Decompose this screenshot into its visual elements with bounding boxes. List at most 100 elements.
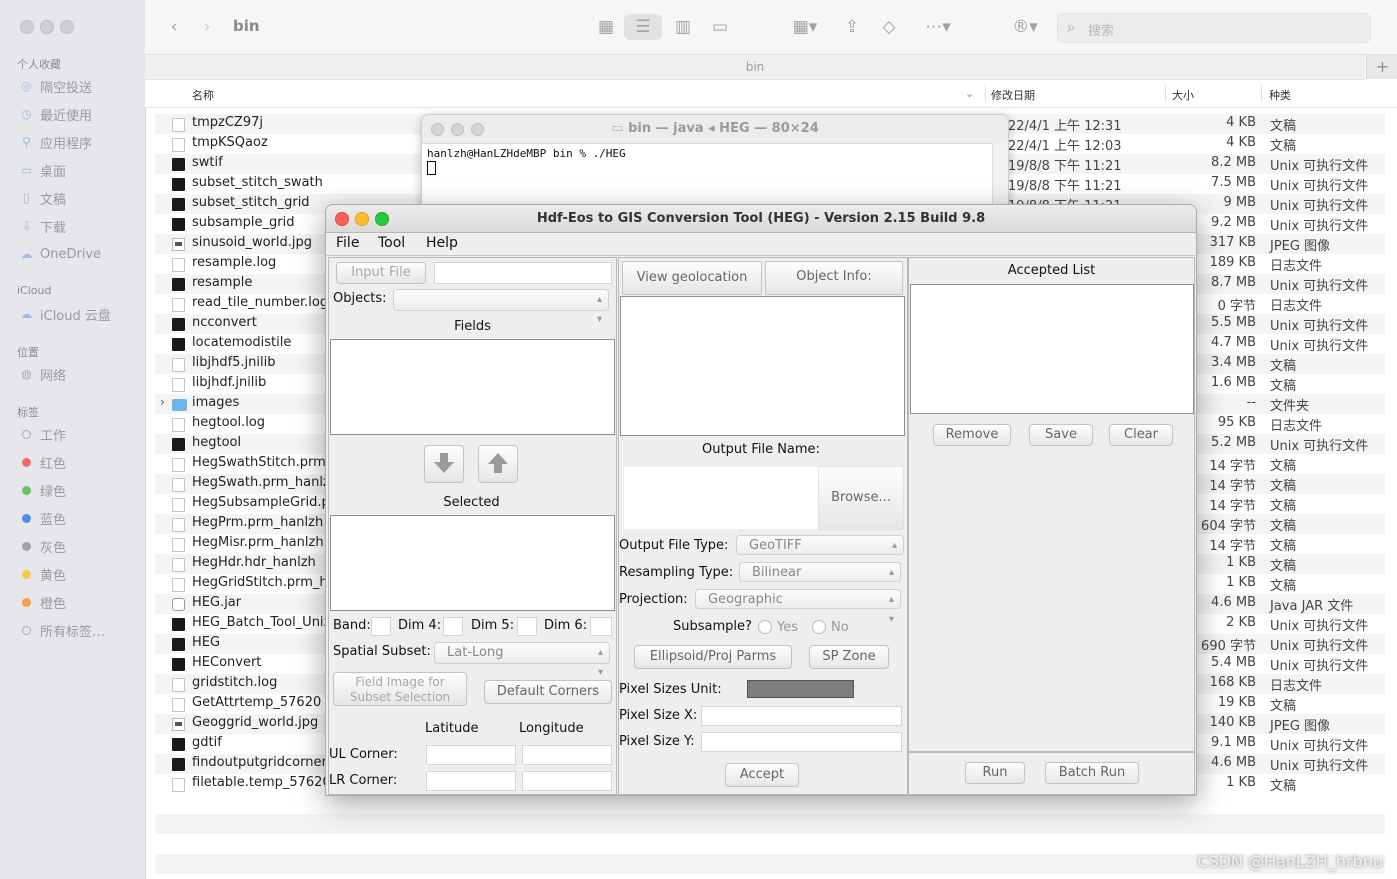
sidebar-item-network[interactable]: ◍ 网络 (19, 364, 143, 384)
menu-help[interactable]: Help (426, 235, 458, 251)
minimize-traffic-light[interactable] (40, 20, 54, 34)
tab-bin[interactable]: bin (746, 60, 765, 74)
default-corners-button[interactable]: Default Corners (484, 680, 612, 704)
terminal-output[interactable]: hanlzh@HanLZHdeMBP bin % ./HEG (427, 147, 626, 160)
tab-bar: bin (145, 55, 1365, 80)
tag-icon[interactable]: ◇ (879, 14, 899, 40)
column-view-icon[interactable]: ▥ (670, 14, 696, 40)
save-button[interactable]: Save (1029, 424, 1093, 446)
account-icon[interactable]: ®▾ (1007, 14, 1043, 40)
file-kind: 文稿 (1270, 699, 1297, 714)
ul-longitude-field[interactable] (522, 745, 612, 765)
close-traffic-light[interactable] (20, 20, 34, 34)
pixel-size-x-field[interactable] (701, 706, 902, 726)
column-name[interactable]: 名称 (192, 87, 214, 103)
icloud-icon: ☁ (20, 307, 33, 321)
pixel-size-x-label: Pixel Size X: (619, 708, 698, 723)
file-size: 8.2 MB (1211, 155, 1256, 170)
accept-button[interactable]: Accept (725, 763, 799, 787)
projection-select[interactable]: Geographic ▴ ▾ (695, 589, 901, 625)
selected-list[interactable] (330, 515, 615, 611)
gallery-view-icon[interactable]: ▭ (707, 14, 733, 40)
ellipsoid-proj-parms-button[interactable]: Ellipsoid/Proj Parms (634, 645, 792, 669)
terminal-scrollbar[interactable] (992, 143, 1008, 211)
accepted-list[interactable] (910, 284, 1194, 414)
arrow-up-icon (488, 453, 508, 473)
menu-tool[interactable]: Tool (378, 235, 405, 251)
input-file-button[interactable]: Input File (336, 262, 426, 284)
output-file-name-field[interactable] (623, 466, 819, 530)
subsample-yes-radio[interactable] (758, 620, 772, 634)
sidebar-item-onedrive[interactable]: ☁ OneDrive (19, 244, 143, 264)
run-button[interactable]: Run (965, 762, 1025, 784)
output-file-type-select[interactable]: GeoTIFF▴▾ (736, 535, 904, 571)
search-input[interactable]: ⌕ 搜索 (1057, 13, 1371, 43)
subsample-no-radio[interactable] (812, 620, 826, 634)
spatial-subset-select[interactable]: Lat-Long ▴ ▾ (434, 642, 610, 678)
forward-icon[interactable]: › (198, 14, 216, 40)
document-icon (172, 578, 185, 592)
sidebar-tag-green[interactable]: 绿色 (19, 480, 143, 500)
dim5-field[interactable] (517, 617, 537, 636)
sidebar-tag-yellow[interactable]: 黄色 (19, 564, 143, 584)
sidebar-item-documents[interactable]: ▯ 文稿 (19, 188, 143, 208)
new-tab-button[interactable]: + (1366, 55, 1397, 79)
batch-run-button[interactable]: Batch Run (1045, 762, 1139, 784)
minimize-traffic-light[interactable] (451, 123, 464, 136)
object-info-area[interactable] (620, 296, 905, 436)
zoom-traffic-light[interactable] (60, 20, 74, 34)
sidebar-item-recents[interactable]: ◷ 最近使用 (19, 104, 143, 124)
more-actions-icon[interactable]: ⋯▾ (920, 14, 956, 40)
sp-zone-button[interactable]: SP Zone (809, 645, 889, 669)
menu-file[interactable]: File (336, 235, 359, 251)
input-file-field[interactable] (434, 262, 612, 284)
sidebar-item-downloads[interactable]: ⇩ 下载 (19, 216, 143, 236)
back-icon[interactable]: ‹ (165, 14, 183, 40)
close-traffic-light[interactable] (431, 123, 444, 136)
sidebar-tag-all[interactable]: 所有标签… (19, 620, 143, 640)
icon-view-icon[interactable]: ▦ (593, 14, 619, 40)
sidebar-tag-orange[interactable]: 橙色 (19, 592, 143, 612)
pixel-size-y-field[interactable] (701, 732, 902, 752)
zoom-traffic-light[interactable] (375, 212, 389, 226)
view-geolocation-button[interactable]: View geolocation (622, 261, 762, 295)
clear-button[interactable]: Clear (1109, 424, 1173, 446)
fields-list[interactable] (330, 339, 615, 435)
column-kind[interactable]: 种类 (1269, 87, 1291, 103)
sidebar-tag-work[interactable]: 工作 (19, 424, 143, 444)
field-image-subset-button[interactable]: Field Image for Subset Selection (333, 672, 467, 706)
sidebar-item-icloud-drive[interactable]: ☁ iCloud 云盘 (19, 304, 143, 324)
close-traffic-light[interactable] (335, 212, 349, 226)
column-date[interactable]: 修改日期 (991, 87, 1035, 103)
document-icon (172, 118, 185, 132)
ul-latitude-field[interactable] (426, 745, 516, 765)
sidebar-item-applications[interactable]: ⚲ 应用程序 (19, 132, 143, 152)
lr-longitude-field[interactable] (522, 771, 612, 791)
band-field[interactable] (371, 617, 391, 636)
objects-select[interactable]: ▴ ▾ (393, 289, 609, 325)
file-name: gridstitch.log (192, 675, 278, 690)
dim4-field[interactable] (443, 617, 463, 636)
dim6-field[interactable] (590, 617, 612, 636)
minimize-traffic-light[interactable] (355, 212, 369, 226)
group-icon[interactable]: ▦▾ (785, 14, 825, 40)
move-up-button[interactable] (478, 445, 518, 483)
move-down-button[interactable] (424, 445, 464, 483)
pixel-sizes-unit-select[interactable] (747, 680, 854, 698)
share-icon[interactable]: ⇪ (842, 14, 862, 40)
sidebar-tag-blue[interactable]: 蓝色 (19, 508, 143, 528)
sidebar-item-desktop[interactable]: ▭ 桌面 (19, 160, 143, 180)
file-name: filetable.temp_57620 (192, 775, 331, 790)
browse-button[interactable]: Browse... (818, 466, 904, 530)
object-info-button[interactable]: Object Info: (765, 261, 903, 295)
zoom-traffic-light[interactable] (471, 123, 484, 136)
disclosure-chevron-icon[interactable]: › (160, 395, 165, 409)
column-size[interactable]: 大小 (1172, 87, 1194, 103)
sidebar-item-airdrop[interactable]: ◎ 隔空投送 (19, 76, 143, 96)
list-view-icon[interactable]: ☰ (624, 14, 662, 40)
lr-latitude-field[interactable] (426, 771, 516, 791)
remove-button[interactable]: Remove (933, 424, 1011, 446)
sidebar-tag-red[interactable]: 红色 (19, 452, 143, 472)
sidebar-tag-gray[interactable]: 灰色 (19, 536, 143, 556)
resampling-type-select[interactable]: Bilinear▴▾ (739, 562, 901, 598)
